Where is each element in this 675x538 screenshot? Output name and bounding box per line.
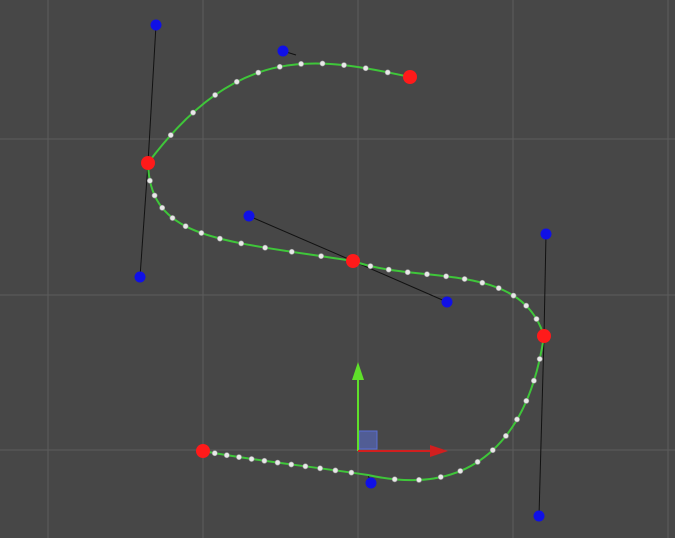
sample-dot	[223, 452, 230, 459]
sample-dot	[523, 397, 530, 404]
sample-dot	[276, 63, 283, 70]
sample-dot	[169, 215, 176, 221]
sample-dot	[495, 285, 502, 291]
handle-point-icon[interactable]	[134, 271, 146, 283]
tangent-handle-lines	[139, 24, 547, 517]
sample-dot	[211, 450, 218, 457]
sample-dot	[510, 292, 517, 299]
sample-dot	[318, 253, 324, 259]
gizmo-plane-handle[interactable]	[358, 430, 378, 450]
sample-dot	[391, 476, 398, 483]
handle-point-icon[interactable]	[533, 510, 545, 522]
scene-viewport[interactable]	[0, 0, 675, 538]
anchor-point-icon[interactable]	[141, 156, 155, 170]
sample-dot	[236, 454, 242, 460]
gizmo-x-arrow-icon[interactable]	[430, 445, 448, 457]
sample-dot	[533, 316, 540, 322]
sample-dot	[536, 356, 543, 362]
sample-dot	[288, 248, 295, 255]
sample-dot	[216, 235, 223, 242]
anchor-point-icon[interactable]	[537, 329, 551, 343]
sample-dot	[416, 476, 422, 483]
spline-path[interactable]	[146, 62, 546, 481]
sample-dot	[502, 432, 509, 439]
tangent-handles[interactable]	[134, 19, 552, 522]
handle-line	[139, 162, 149, 278]
sample-dot	[288, 461, 295, 468]
sample-dot	[384, 69, 391, 76]
sample-dot	[332, 467, 339, 474]
sample-dot	[190, 109, 196, 116]
handle-line	[248, 215, 354, 262]
sample-dot	[319, 60, 326, 67]
sample-dot	[348, 469, 355, 476]
gizmo-y-arrow-icon[interactable]	[352, 362, 364, 380]
sample-dot	[233, 78, 240, 85]
sample-dot	[248, 456, 255, 462]
transform-gizmo[interactable]	[352, 362, 448, 457]
sample-dot	[489, 447, 496, 453]
sample-dot	[457, 468, 464, 474]
sample-dot	[341, 62, 347, 68]
anchor-point-icon[interactable]	[196, 444, 210, 458]
sample-dot	[367, 263, 374, 269]
sample-dot	[274, 459, 281, 466]
sample-dot	[212, 92, 218, 98]
sample-dot	[151, 192, 158, 199]
handle-point-icon[interactable]	[150, 19, 162, 31]
anchor-point-icon[interactable]	[346, 254, 360, 268]
sample-dot	[159, 204, 166, 211]
sample-dot	[317, 465, 323, 472]
sample-dot	[437, 474, 444, 480]
sample-dot	[298, 61, 304, 67]
sample-dot	[424, 271, 430, 278]
spline-sample-dots	[146, 60, 543, 483]
sample-dot	[198, 230, 205, 236]
sample-dot	[404, 269, 411, 276]
handle-point-icon[interactable]	[243, 210, 255, 222]
sample-dot	[461, 276, 468, 282]
sample-dot	[479, 279, 486, 286]
handle-point-icon[interactable]	[540, 228, 552, 240]
sample-dot	[523, 302, 530, 309]
sample-dot	[302, 463, 309, 470]
handle-point-icon[interactable]	[365, 477, 377, 489]
sample-dot	[443, 273, 449, 280]
sample-dot	[474, 458, 481, 465]
handle-point-icon[interactable]	[277, 45, 289, 57]
spline-editor-canvas[interactable]	[0, 0, 675, 538]
sample-dot	[262, 244, 268, 251]
handle-line	[147, 24, 157, 164]
sample-dot	[362, 65, 369, 72]
spline-curve[interactable]	[146, 62, 546, 481]
sample-dot	[261, 457, 268, 464]
handle-line	[352, 260, 448, 303]
anchor-point-icon[interactable]	[403, 70, 417, 84]
grid-lines	[0, 0, 675, 538]
sample-dot	[146, 177, 153, 184]
sample-dot	[167, 132, 174, 138]
sample-dot	[255, 69, 262, 76]
sample-dot	[531, 377, 537, 384]
sample-dot	[238, 240, 245, 247]
handle-point-icon[interactable]	[441, 296, 453, 308]
sample-dot	[514, 416, 520, 423]
handle-line	[543, 233, 547, 337]
sample-dot	[182, 223, 189, 230]
sample-dot	[385, 266, 392, 273]
